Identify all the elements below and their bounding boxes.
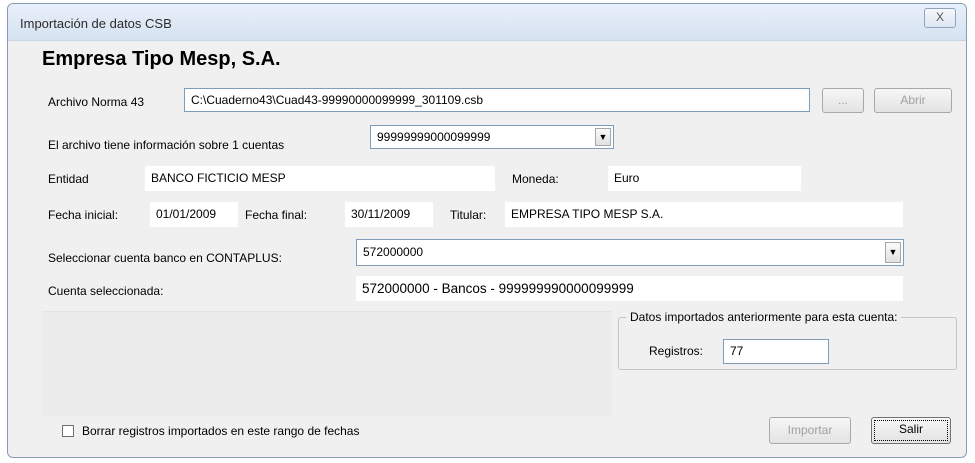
cuenta-contaplus-select[interactable]: 572000000 ▼ (356, 239, 904, 266)
borrar-checkbox-label[interactable]: Borrar registros importados en este rang… (82, 424, 359, 438)
cuenta-contaplus-label: Seleccionar cuenta banco en CONTAPLUS: (48, 251, 282, 265)
archivo-path-input[interactable]: C:\Cuaderno43\Cuad43-99990000099999_3011… (184, 88, 810, 112)
registros-label: Registros: (649, 344, 704, 358)
chevron-down-icon[interactable]: ▼ (595, 128, 611, 146)
titular-value: EMPRESA TIPO MESP S.A. (505, 202, 903, 227)
titular-label: Titular: (450, 208, 487, 222)
fecha-inicial-label: Fecha inicial: (48, 208, 119, 222)
moneda-value: Euro (608, 166, 801, 191)
close-button[interactable]: X (924, 8, 956, 28)
cuenta-contaplus-selected-value: 572000000 (363, 245, 424, 259)
borrar-checkbox[interactable] (62, 425, 74, 437)
registros-value: 77 (723, 339, 829, 364)
cuenta-seleccionada-value: 572000000 - Bancos - 999999990000099999 (356, 276, 903, 301)
close-icon: X (935, 10, 944, 24)
company-name: Empresa Tipo Mesp, S.A. (42, 48, 281, 70)
datos-importados-legend: Datos importados anteriormente para esta… (626, 310, 902, 324)
fecha-inicial-value: 01/01/2009 (150, 202, 238, 227)
open-button[interactable]: Abrir (874, 88, 952, 113)
cuentas-selected-value: 99999999000099999 (377, 130, 491, 144)
moneda-label: Moneda: (512, 172, 559, 186)
fecha-final-value: 30/11/2009 (345, 202, 433, 227)
cuentas-select[interactable]: 99999999000099999 ▼ (370, 125, 614, 149)
salir-button[interactable]: Salir (871, 417, 951, 444)
datos-importados-group: Datos importados anteriormente para esta… (618, 310, 957, 370)
info-panel (42, 311, 612, 416)
fecha-final-label: Fecha final: (245, 208, 308, 222)
title-bar: Importación de datos CSB X (8, 4, 966, 41)
entidad-label: Entidad (48, 172, 89, 186)
window-title: Importación de datos CSB (20, 16, 172, 31)
cuentas-label: El archivo tiene información sobre 1 cue… (48, 138, 285, 152)
chevron-down-icon[interactable]: ▼ (885, 242, 901, 263)
cuenta-seleccionada-label: Cuenta seleccionada: (48, 284, 164, 298)
archivo-label: Archivo Norma 43 (48, 95, 145, 109)
entidad-value: BANCO FICTICIO MESP (145, 166, 495, 191)
browse-button[interactable]: ... (822, 88, 864, 113)
importar-button[interactable]: Importar (769, 417, 851, 444)
